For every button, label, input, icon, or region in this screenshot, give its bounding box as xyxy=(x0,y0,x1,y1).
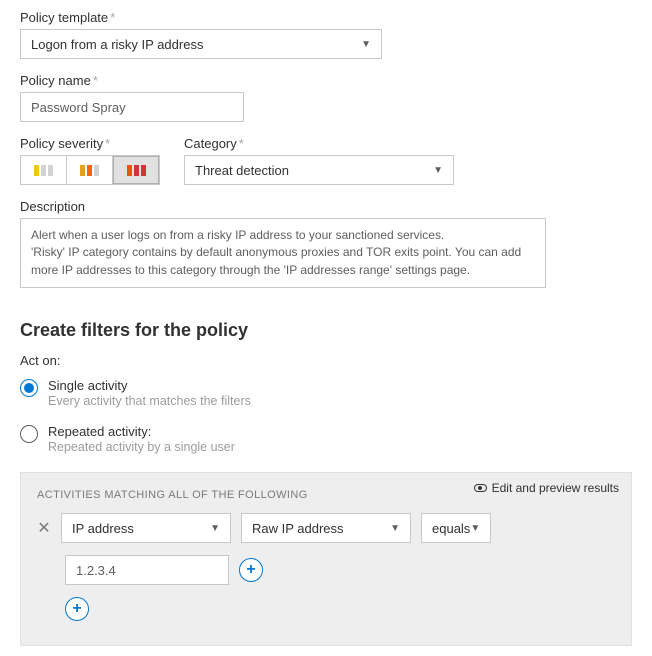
description-label: Description xyxy=(20,199,632,214)
single-activity-radio[interactable] xyxy=(20,379,38,397)
repeated-activity-radio[interactable] xyxy=(20,425,38,443)
add-value-button[interactable]: + xyxy=(239,558,263,582)
filter-field-select[interactable]: IP address ▼ xyxy=(61,513,231,543)
repeated-activity-label: Repeated activity: xyxy=(48,424,235,439)
policy-name-input[interactable] xyxy=(20,92,244,122)
severity-high-button[interactable] xyxy=(113,156,159,184)
chevron-down-icon: ▼ xyxy=(433,165,443,176)
description-textarea[interactable]: Alert when a user logs on from a risky I… xyxy=(20,218,546,288)
policy-template-value: Logon from a risky IP address xyxy=(31,37,203,52)
category-label: Category* xyxy=(184,136,632,151)
filter-subfield-select[interactable]: Raw IP address ▼ xyxy=(241,513,411,543)
act-on-label: Act on: xyxy=(20,353,632,368)
filter-panel: Edit and preview results ACTIVITIES MATC… xyxy=(20,472,632,646)
eye-icon xyxy=(474,484,487,492)
policy-template-select[interactable]: Logon from a risky IP address ▼ xyxy=(20,29,382,59)
chevron-down-icon: ▼ xyxy=(361,39,371,50)
category-value: Threat detection xyxy=(195,163,289,178)
filter-value-input[interactable] xyxy=(65,555,229,585)
remove-filter-button[interactable]: ✕ xyxy=(37,518,51,538)
required-mark: * xyxy=(239,136,244,151)
severity-low-button[interactable] xyxy=(21,156,67,184)
chevron-down-icon: ▼ xyxy=(470,523,480,534)
chevron-down-icon: ▼ xyxy=(390,523,400,534)
single-activity-label: Single activity xyxy=(48,378,251,393)
filters-section-title: Create filters for the policy xyxy=(20,320,632,341)
policy-name-label: Policy name* xyxy=(20,73,632,88)
required-mark: * xyxy=(93,73,98,88)
add-filter-button[interactable]: + xyxy=(65,597,89,621)
policy-template-label: Policy template* xyxy=(20,10,632,25)
required-mark: * xyxy=(105,136,110,151)
single-activity-sublabel: Every activity that matches the filters xyxy=(48,394,251,408)
chevron-down-icon: ▼ xyxy=(210,523,220,534)
severity-medium-button[interactable] xyxy=(67,156,113,184)
edit-preview-results-link[interactable]: Edit and preview results xyxy=(474,481,619,495)
filter-operator-select[interactable]: equals ▼ xyxy=(421,513,491,543)
required-mark: * xyxy=(110,10,115,25)
severity-toggle-group xyxy=(20,155,160,185)
category-select[interactable]: Threat detection ▼ xyxy=(184,155,454,185)
policy-severity-label: Policy severity* xyxy=(20,136,160,151)
repeated-activity-sublabel: Repeated activity by a single user xyxy=(48,440,235,454)
